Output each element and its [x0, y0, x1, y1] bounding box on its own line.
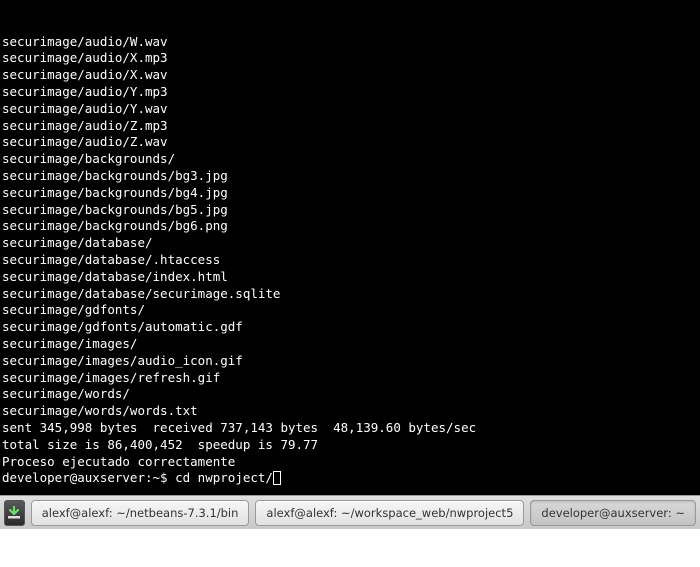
- download-arrow-icon: [6, 505, 22, 521]
- terminal-line: securimage/audio/Y.mp3: [2, 84, 698, 101]
- terminal-line: sent 345,998 bytes received 737,143 byte…: [2, 420, 698, 437]
- terminal-line: securimage/gdfonts/: [2, 302, 698, 319]
- terminal-line: securimage/images/refresh.gif: [2, 370, 698, 387]
- terminal-line: securimage/backgrounds/: [2, 151, 698, 168]
- terminal-line: Proceso ejecutado correctamente: [2, 454, 698, 471]
- taskbar-tab[interactable]: alexf@alexf: ~/workspace_web/nwproject5: [255, 500, 524, 526]
- terminal-line: securimage/audio/Z.wav: [2, 134, 698, 151]
- terminal-line: securimage/database/: [2, 235, 698, 252]
- terminal-line: securimage/database/index.html: [2, 269, 698, 286]
- terminal-line: securimage/audio/Z.mp3: [2, 118, 698, 135]
- taskbar: alexf@alexf: ~/netbeans-7.3.1/binalexf@a…: [0, 495, 700, 529]
- terminal-output[interactable]: securimage/audio/W.wavsecurimage/audio/X…: [0, 0, 700, 495]
- terminal-line: securimage/audio/X.mp3: [2, 50, 698, 67]
- terminal-line: securimage/audio/W.wav: [2, 34, 698, 51]
- terminal-line: securimage/backgrounds/bg4.jpg: [2, 185, 698, 202]
- terminal-line: securimage/words/: [2, 386, 698, 403]
- terminal-line: securimage/images/: [2, 336, 698, 353]
- terminal-line: securimage/database/.htaccess: [2, 252, 698, 269]
- blank-area: [0, 529, 700, 567]
- terminal-line: securimage/gdfonts/automatic.gdf: [2, 319, 698, 336]
- cursor: [273, 471, 281, 485]
- launcher-button[interactable]: [4, 500, 25, 526]
- terminal-line: securimage/backgrounds/bg3.jpg: [2, 168, 698, 185]
- terminal-line: securimage/database/securimage.sqlite: [2, 286, 698, 303]
- terminal-line: securimage/audio/Y.wav: [2, 101, 698, 118]
- terminal-line: securimage/audio/X.wav: [2, 67, 698, 84]
- terminal-line: securimage/backgrounds/bg6.png: [2, 218, 698, 235]
- terminal-line: securimage/words/words.txt: [2, 403, 698, 420]
- terminal-line: securimage/images/audio_icon.gif: [2, 353, 698, 370]
- shell-prompt: developer@auxserver:~$: [2, 470, 168, 485]
- typed-command: cd nwproject/: [175, 470, 273, 485]
- prompt-line[interactable]: developer@auxserver:~$ cd nwproject/: [2, 470, 698, 487]
- taskbar-tab[interactable]: developer@auxserver: ~: [530, 500, 696, 526]
- taskbar-tab[interactable]: alexf@alexf: ~/netbeans-7.3.1/bin: [31, 500, 250, 526]
- terminal-line: securimage/backgrounds/bg5.jpg: [2, 202, 698, 219]
- terminal-line: total size is 86,400,452 speedup is 79.7…: [2, 437, 698, 454]
